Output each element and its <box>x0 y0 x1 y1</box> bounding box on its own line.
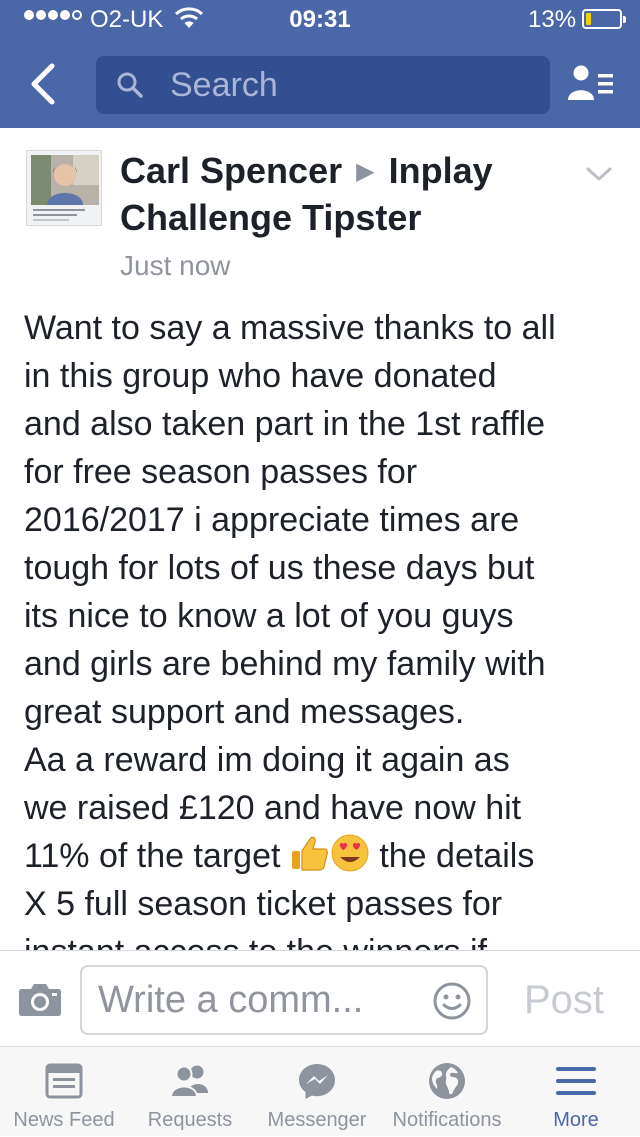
post-body: Want to say a massive thanks to all in th… <box>24 304 624 950</box>
tab-messenger[interactable]: Messenger <box>252 1047 382 1137</box>
requests-icon <box>170 1065 208 1098</box>
tab-notifications[interactable]: Notifications <box>382 1047 512 1137</box>
tab-news-feed[interactable]: News Feed <box>0 1047 128 1137</box>
tab-requests[interactable]: Requests <box>128 1047 252 1137</box>
post-body-line: in this group who have donated <box>24 357 497 395</box>
comment-bar: Post <box>0 950 640 1046</box>
status-bar: O2-UK 09:31 13% <box>0 0 640 40</box>
messenger-icon <box>299 1064 335 1099</box>
tab-more[interactable]: More <box>512 1047 640 1137</box>
post-body-line: great support and messages. <box>24 693 465 731</box>
tab-label: Messenger <box>267 1109 367 1131</box>
search-icon <box>117 72 143 98</box>
search-input[interactable] <box>170 64 530 106</box>
battery-percentage: 13% <box>528 6 577 33</box>
camera-icon[interactable] <box>18 981 62 1017</box>
post-body-line: we raised £120 and have now hit <box>24 789 522 827</box>
post-body-text: the details <box>369 837 535 875</box>
author-name[interactable]: Carl Spencer <box>120 150 342 191</box>
avatar[interactable] <box>26 150 102 226</box>
tab-bar: News Feed Requests Messenger Notificatio… <box>0 1046 640 1136</box>
post-body-line: its nice to know a lot of you guys <box>24 597 514 635</box>
post-body-line: Want to say a massive thanks to all <box>24 309 556 347</box>
post: Carl Spencer ▶ Inplay Challenge Tipster … <box>0 128 640 950</box>
news-feed-icon <box>45 1063 83 1099</box>
notifications-globe-icon <box>429 1063 465 1099</box>
heart-eyes-icon <box>331 834 369 872</box>
more-menu-icon <box>556 1067 596 1095</box>
post-timestamp[interactable]: Just now <box>120 250 231 282</box>
group-separator-arrow: ▶ <box>356 158 375 185</box>
post-body-text: 11% of the target <box>24 837 290 875</box>
tab-label: Requests <box>147 1109 233 1131</box>
post-body-line: and girls are behind my family with <box>24 645 546 683</box>
top-bar: O2-UK 09:31 13% <box>0 0 640 128</box>
navigation-bar <box>0 40 640 128</box>
thumbs-up-icon <box>291 836 328 871</box>
post-body-line: X 5 full season ticket passes for <box>24 885 503 923</box>
tab-label: News Feed <box>13 1109 115 1131</box>
chevron-down-icon[interactable] <box>584 164 614 184</box>
post-comment-button[interactable]: Post <box>508 965 620 1035</box>
back-chevron-icon[interactable] <box>28 62 60 106</box>
emoji-smiley-icon[interactable] <box>432 981 472 1021</box>
friends-list-icon[interactable] <box>568 64 616 104</box>
tab-label: More <box>553 1109 599 1131</box>
post-body-line: 2016/2017 i appreciate times are <box>24 501 520 539</box>
tab-label: Notifications <box>392 1109 502 1131</box>
post-body-line: and also taken part in the 1st raffle <box>24 405 546 443</box>
post-body-line: instant access to the winners if <box>24 928 624 950</box>
search-bar[interactable] <box>96 56 550 114</box>
comment-field[interactable] <box>80 965 488 1035</box>
avatar-photo <box>27 151 101 225</box>
post-body-line: Aa a reward im doing it again as <box>24 741 510 779</box>
post-body-line: tough for lots of us these days but <box>24 549 535 587</box>
post-header: Carl Spencer ▶ Inplay Challenge Tipster <box>120 148 560 241</box>
comment-input[interactable] <box>98 977 418 1023</box>
post-body-line-with-emoji: 11% of the target the details <box>24 832 624 880</box>
post-body-line: for free season passes for <box>24 453 418 491</box>
battery-icon <box>582 9 626 29</box>
